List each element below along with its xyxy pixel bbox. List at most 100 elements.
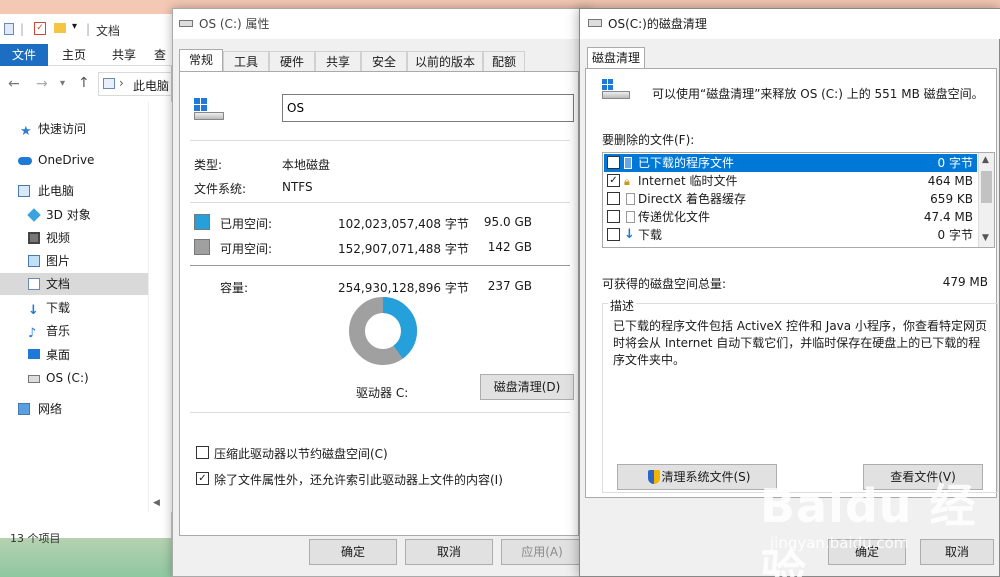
file-checkbox[interactable]: ✓	[607, 156, 620, 169]
filesystem-label: 文件系统:	[194, 182, 247, 196]
tab-view[interactable]: 查	[154, 44, 172, 66]
list-item[interactable]: ↓ 下载 0 字节	[604, 226, 977, 244]
file-size: 0 字节	[937, 228, 973, 242]
drive-icon	[179, 20, 193, 27]
free-space-swatch	[194, 239, 210, 255]
scroll-up-icon[interactable]: ▲	[982, 155, 989, 165]
list-item[interactable]: ✓ 🔒︎ Internet 临时文件 464 MB	[604, 172, 977, 190]
nav-label: OS (C:)	[46, 371, 89, 385]
file-size: 464 MB	[927, 174, 973, 188]
save-icon[interactable]	[4, 23, 14, 35]
recent-dropdown-icon[interactable]: ▾	[60, 78, 65, 89]
file-checkbox[interactable]	[607, 228, 620, 241]
capacity-label: 容量:	[220, 281, 249, 295]
nav-label: 视频	[46, 231, 71, 245]
watermark-url: jingyan.baidu.com	[770, 534, 909, 552]
tab-bar: 常规 工具 硬件 共享 安全 以前的版本 配额	[179, 49, 579, 72]
back-arrow-icon[interactable]: ←	[8, 76, 20, 92]
description-group: 已下载的程序文件包括 ActiveX 控件和 Java 小程序，你查看特定网页时…	[602, 303, 998, 493]
tab-file[interactable]: 文件	[0, 44, 48, 66]
nav-onedrive[interactable]: OneDrive	[0, 149, 148, 171]
used-space-swatch	[194, 214, 210, 230]
tab-sharing[interactable]: 共享	[315, 51, 361, 71]
capacity-gb: 237 GB	[487, 279, 532, 293]
address-bar[interactable]: › 此电脑	[98, 72, 172, 96]
nav-documents[interactable]: 文档	[0, 273, 148, 295]
nav-desktop[interactable]: 桌面	[0, 344, 148, 366]
divider: |	[20, 22, 25, 36]
used-space-gb: 95.0 GB	[483, 215, 532, 229]
file-size: 659 KB	[930, 192, 973, 206]
nav-label: 快速访问	[38, 122, 87, 136]
tab-previous-versions[interactable]: 以前的版本	[407, 51, 483, 71]
window-title: 文档	[96, 24, 121, 38]
scroll-down-icon[interactable]: ▼	[982, 233, 989, 243]
nav-downloads[interactable]: ↓ 下载	[0, 297, 148, 319]
cleanup-icon	[588, 19, 602, 27]
cloud-icon	[18, 157, 32, 165]
file-name: Internet 临时文件	[638, 174, 738, 188]
nav-label: 下载	[46, 301, 71, 315]
compress-checkbox[interactable]	[196, 446, 209, 459]
breadcrumb-this-pc[interactable]: 此电脑	[133, 77, 169, 94]
disk-cleanup-button[interactable]: 磁盘清理(D)	[480, 374, 574, 400]
properties-icon[interactable]: ✓	[34, 22, 46, 35]
nav-network[interactable]: 网络	[0, 398, 148, 420]
cancel-button[interactable]: 取消	[405, 539, 493, 565]
quick-access-dropdown-icon[interactable]: ▾	[72, 21, 77, 32]
list-item[interactable]: ✓ 已下载的程序文件 0 字节	[604, 154, 977, 172]
list-scrollbar[interactable]: ▲ ▼	[978, 153, 994, 247]
tab-home[interactable]: 主页	[56, 44, 92, 66]
usage-donut-chart	[349, 297, 417, 365]
used-space-label: 已用空间:	[220, 217, 273, 231]
nav-this-pc[interactable]: 此电脑	[0, 180, 148, 202]
index-checkbox[interactable]: ✓	[196, 472, 209, 485]
file-name: 传递优化文件	[638, 210, 711, 224]
music-icon: ♪	[28, 326, 37, 341]
computer-icon	[18, 185, 30, 197]
nav-quick-access[interactable]: ★ 快速访问	[0, 118, 148, 140]
ok-button[interactable]: 确定	[309, 539, 397, 565]
file-icon	[626, 193, 635, 205]
clean-system-files-button[interactable]: 清理系统文件(S)	[617, 464, 777, 490]
folder-icon[interactable]	[54, 23, 66, 33]
tab-hardware[interactable]: 硬件	[269, 51, 315, 71]
nav-3d-objects[interactable]: 3D 对象	[0, 204, 148, 226]
file-checkbox[interactable]: ✓	[607, 174, 620, 187]
nav-videos[interactable]: 视频	[0, 227, 148, 249]
up-arrow-icon[interactable]: ↑	[78, 75, 90, 91]
tab-share[interactable]: 共享	[106, 44, 142, 66]
picture-icon	[28, 255, 40, 267]
nav-label: 桌面	[46, 348, 71, 362]
apply-button[interactable]: 应用(A)	[501, 539, 583, 565]
scroll-thumb[interactable]	[981, 171, 992, 203]
nav-music[interactable]: ♪ 音乐	[0, 320, 148, 342]
file-checkbox[interactable]	[607, 210, 620, 223]
drive-icon	[28, 375, 40, 383]
drive-letter-label: 驱动器 C:	[356, 386, 409, 400]
scroll-left-icon[interactable]: ◀	[153, 498, 160, 508]
filesystem-value: NTFS	[282, 180, 313, 194]
file-icon	[626, 211, 635, 223]
scrollbar[interactable]: ◀	[148, 102, 172, 512]
nav-drive-c[interactable]: OS (C:)	[0, 367, 148, 389]
dialog-titlebar: OS (C:) 属性	[173, 9, 587, 39]
nav-pictures[interactable]: 图片	[0, 250, 148, 272]
files-to-delete-list[interactable]: ✓ 已下载的程序文件 0 字节 ✓ 🔒︎ Internet 临时文件 464 M…	[602, 152, 995, 248]
compress-label: 压缩此驱动器以节约磁盘空间(C)	[214, 447, 388, 461]
free-space-gb: 142 GB	[487, 240, 532, 254]
tab-tools[interactable]: 工具	[223, 51, 269, 71]
tab-general[interactable]: 常规	[179, 49, 223, 72]
nav-label: 音乐	[46, 324, 71, 338]
total-space-label: 可获得的磁盘空间总量:	[602, 277, 727, 291]
tab-security[interactable]: 安全	[361, 51, 407, 71]
file-checkbox[interactable]	[607, 192, 620, 205]
drive-name-input[interactable]	[282, 94, 574, 122]
list-item[interactable]: DirectX 着色器缓存 659 KB	[604, 190, 977, 208]
shield-icon	[648, 470, 660, 484]
tab-disk-cleanup[interactable]: 磁盘清理	[587, 47, 645, 69]
cleanup-intro: 可以使用“磁盘清理”来释放 OS (C:) 上的 551 MB 磁盘空间。	[652, 87, 984, 101]
forward-arrow-icon[interactable]: →	[36, 76, 48, 92]
list-item[interactable]: 传递优化文件 47.4 MB	[604, 208, 977, 226]
tab-quota[interactable]: 配额	[483, 51, 525, 71]
